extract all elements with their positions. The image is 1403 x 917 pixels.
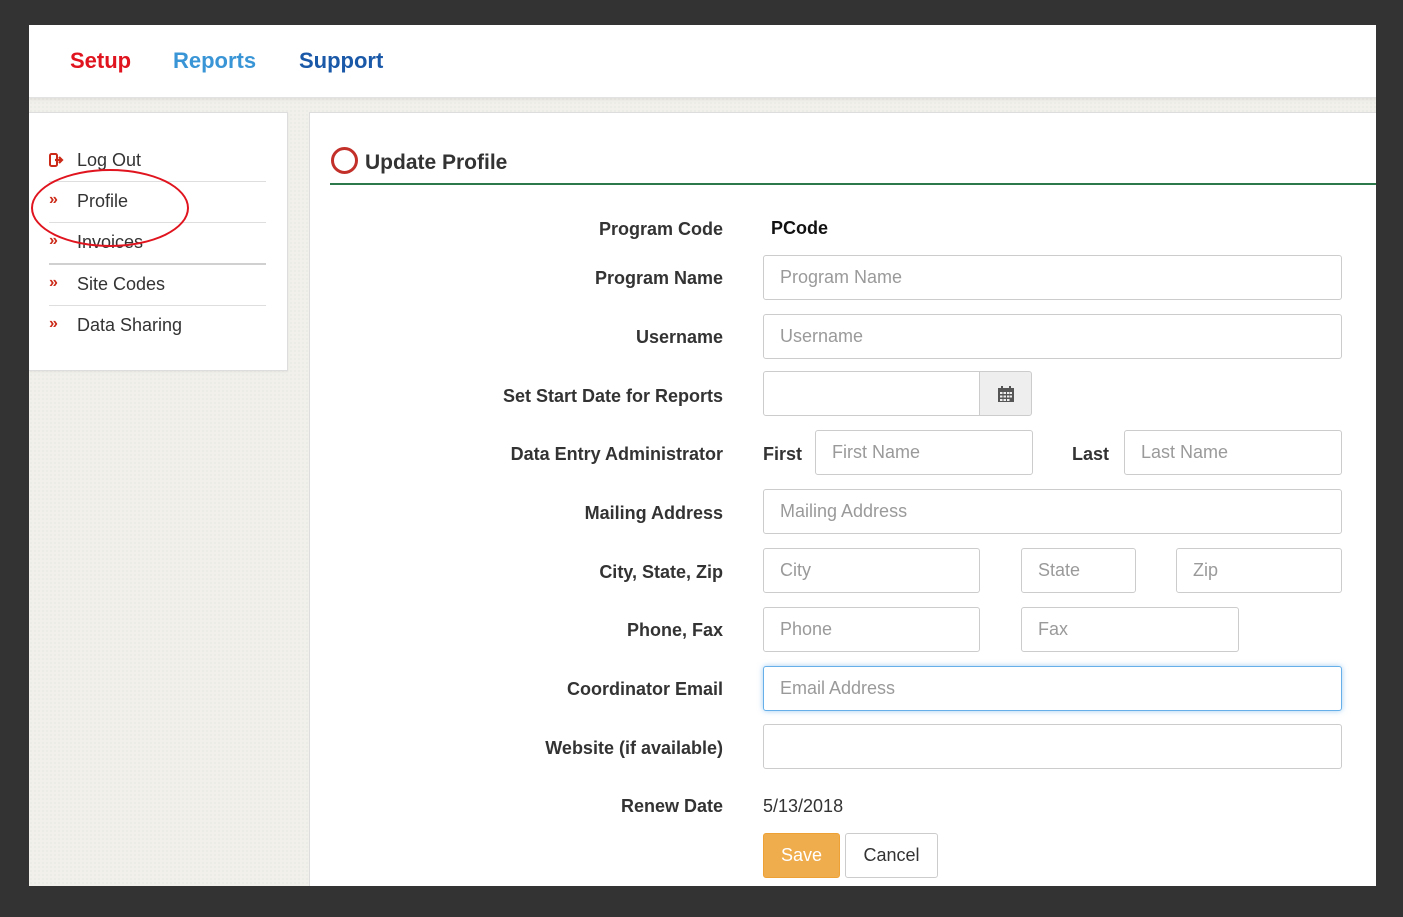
sidebar-item-label: Profile [77,191,129,211]
nav-setup[interactable]: Setup [70,48,131,74]
start-date-input[interactable] [763,371,980,416]
logout-icon [49,150,67,173]
sidebar-item-profile[interactable]: » Profile [49,181,266,223]
sidebar-item-label: Invoices [77,232,144,252]
username-input[interactable] [763,314,1342,359]
sidebar-item-label: Log Out [77,150,142,170]
mailing-address-input[interactable] [763,489,1342,534]
admin-label: Data Entry Administrator [510,444,723,464]
top-navigation: Setup Reports Support [29,25,1376,98]
mailing-address-label: Mailing Address [584,503,723,523]
fax-input[interactable] [1021,607,1239,652]
calendar-button[interactable] [979,371,1032,416]
zip-input[interactable] [1176,548,1342,593]
state-input[interactable] [1021,548,1136,593]
page-title: Update Profile [365,151,508,174]
email-input[interactable] [763,666,1342,711]
start-date-label: Set Start Date for Reports [502,386,723,406]
sidebar-item-log-out[interactable]: Log Out [49,140,266,182]
last-name-input[interactable] [1124,430,1342,475]
sidebar-item-label: Site Codes [77,274,166,294]
username-label: Username [635,327,723,347]
nav-reports[interactable]: Reports [173,48,256,74]
sidebar-item-site-codes[interactable]: » Site Codes [49,264,266,306]
double-chevron-icon: » [49,191,58,208]
program-name-input[interactable] [763,255,1342,300]
cancel-button[interactable]: Cancel [845,833,938,878]
phone-input[interactable] [763,607,980,652]
program-code-value: PCode [771,218,829,238]
first-name-input[interactable] [815,430,1033,475]
coordinator-email-label: Coordinator Email [566,679,723,699]
sidebar-item-invoices[interactable]: » Invoices [49,222,266,265]
website-label: Website (if available) [545,738,723,758]
double-chevron-icon: » [49,315,58,332]
city-state-zip-label: City, State, Zip [599,562,723,582]
program-name-label: Program Name [594,268,723,288]
phone-fax-label: Phone, Fax [626,620,723,640]
circle-icon [331,147,358,174]
program-code-label: Program Code [598,219,723,239]
renew-date-label: Renew Date [620,796,723,816]
renew-date-value: 5/13/2018 [763,796,844,816]
sidebar: Log Out » Profile » Invoices » Site Code… [29,112,288,371]
sidebar-item-data-sharing[interactable]: » Data Sharing [49,305,266,346]
last-label: Last [1072,444,1110,464]
app-window: Setup Reports Support Log Out » Profile … [29,25,1376,886]
double-chevron-icon: » [49,274,58,291]
title-divider [330,183,1376,185]
calendar-icon [998,386,1014,402]
update-profile-panel: Update Profile Program Code PCode Progra… [309,112,1376,886]
double-chevron-icon: » [49,232,58,249]
website-input[interactable] [763,724,1342,769]
save-button[interactable]: Save [763,833,840,878]
first-label: First [763,444,803,464]
nav-support[interactable]: Support [299,48,383,74]
sidebar-item-label: Data Sharing [77,315,183,335]
city-input[interactable] [763,548,980,593]
